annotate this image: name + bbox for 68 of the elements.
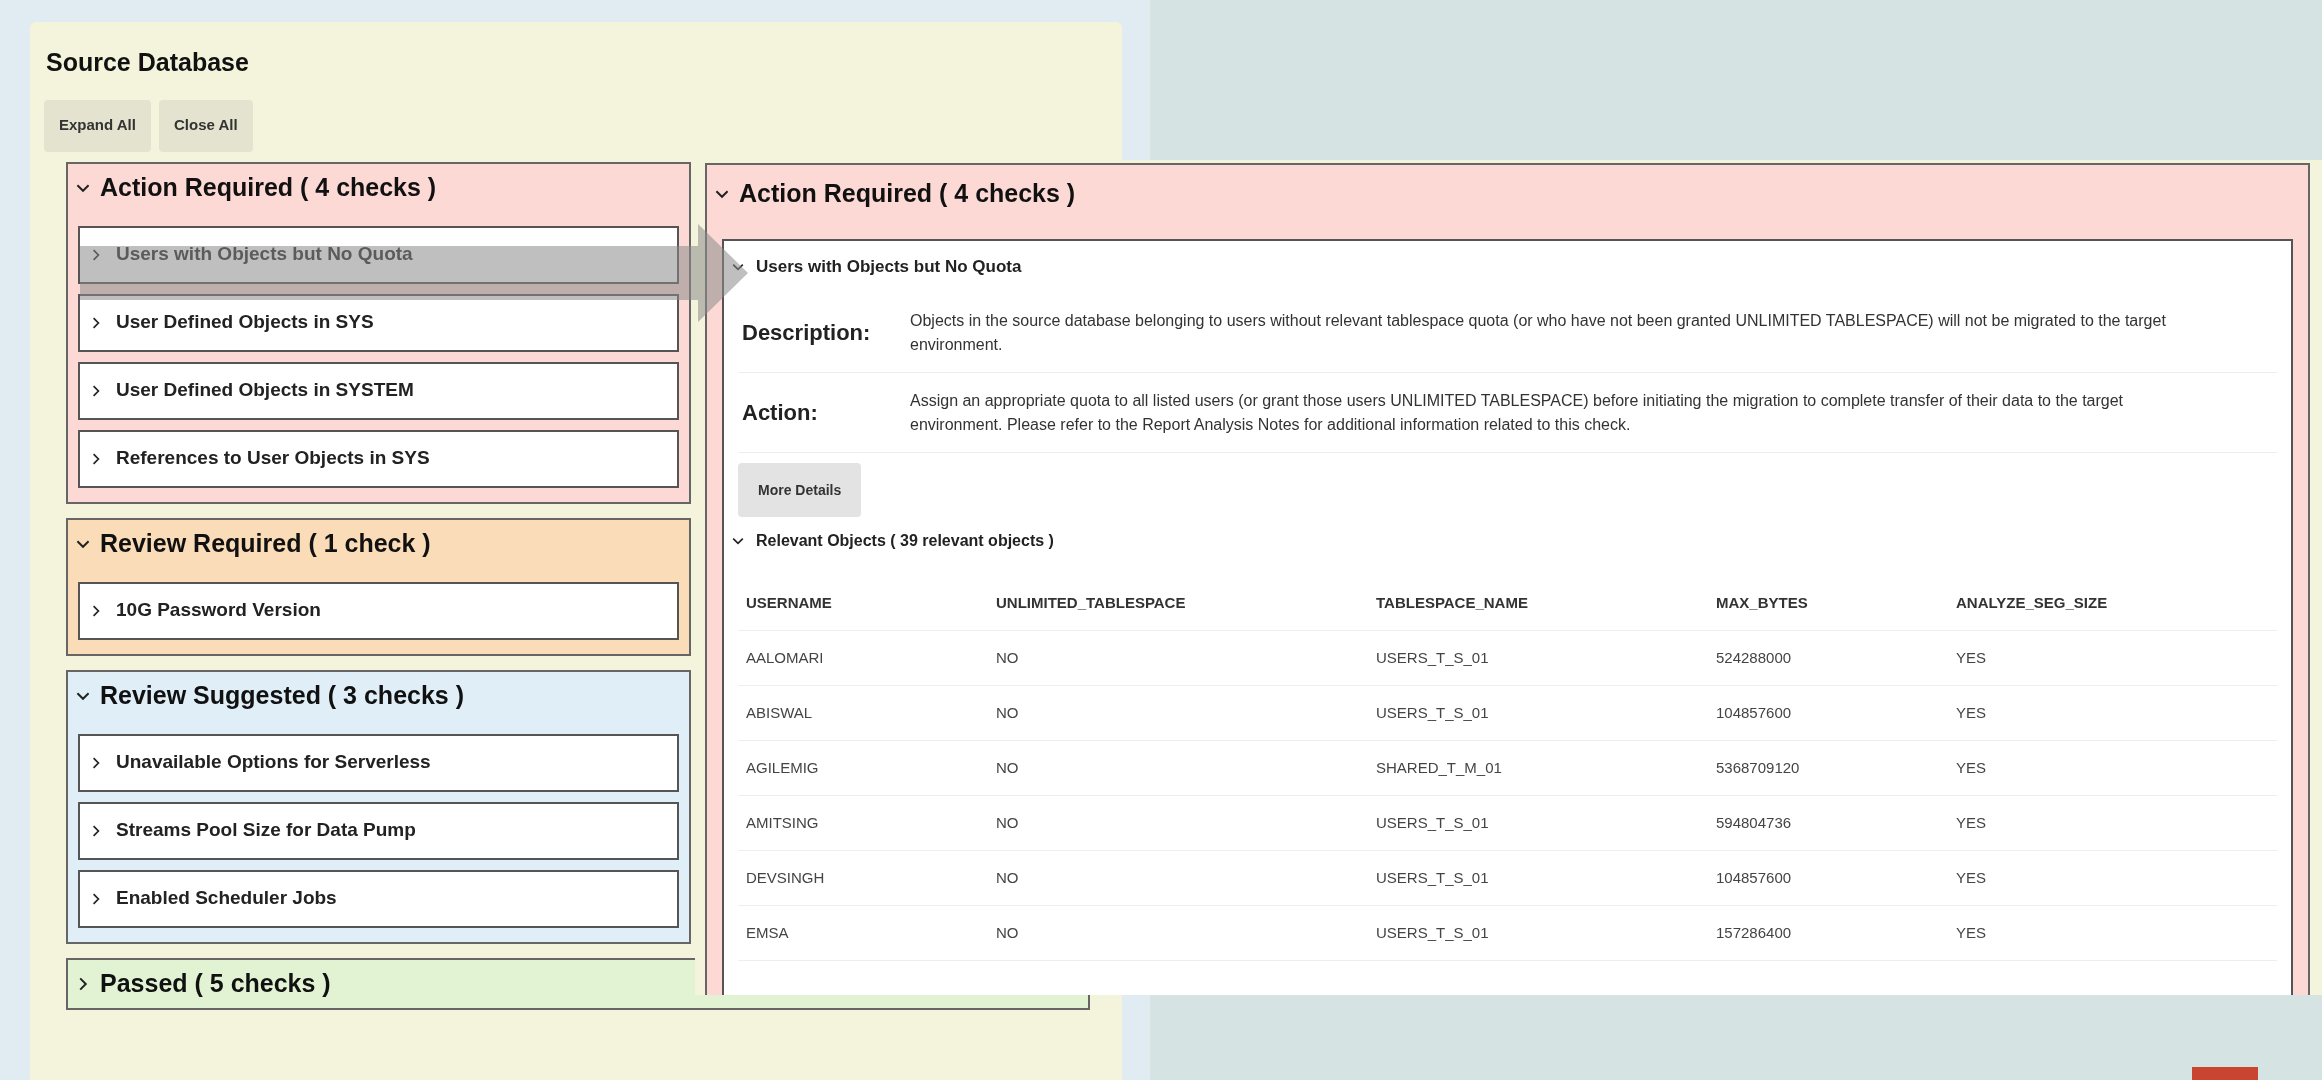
section-header[interactable]: Review Suggested ( 3 checks )	[100, 676, 465, 715]
section-header[interactable]: Action Required ( 4 checks )	[739, 175, 1076, 213]
chevron-right-icon[interactable]	[90, 756, 102, 769]
check-row[interactable]: Enabled Scheduler Jobs	[78, 869, 679, 928]
chevron-right-icon[interactable]	[90, 892, 102, 905]
objects-header[interactable]: Relevant Objects ( 39 relevant objects )	[756, 529, 1054, 553]
table-cell: AALOMARI	[738, 631, 988, 686]
check-row[interactable]: User Defined Objects in SYSTEM	[78, 361, 679, 420]
column-header: UNLIMITED_TABLESPACE	[988, 577, 1368, 631]
table-cell: 5368709120	[1708, 741, 1948, 796]
field-label: Description:	[741, 319, 872, 347]
table-cell: AGILEMIG	[738, 741, 988, 796]
slide-marker	[2192, 1067, 2258, 1080]
table-cell: USERS_T_S_01	[1368, 686, 1708, 741]
check-row[interactable]: Streams Pool Size for Data Pump	[78, 801, 679, 860]
table-cell: 524288000	[1708, 631, 1948, 686]
section-header[interactable]: Review Required ( 1 check )	[100, 524, 431, 563]
more-details-button[interactable]: More Details	[738, 463, 862, 517]
chevron-right-icon[interactable]	[90, 384, 102, 397]
toolbar-button[interactable]: Expand All	[44, 99, 151, 152]
chevron-right-icon[interactable]	[90, 604, 102, 617]
table-cell: NO	[988, 631, 1368, 686]
table-cell: YES	[1948, 906, 2277, 961]
field-label: Action:	[741, 399, 819, 427]
check-row[interactable]: Unavailable Options for Serverless	[78, 733, 679, 792]
section-header[interactable]: Action Required ( 4 checks )	[100, 168, 437, 207]
section-header[interactable]: Passed ( 5 checks )	[100, 964, 331, 1003]
check-title[interactable]: Users with Objects but No Quota	[756, 254, 1022, 280]
table-cell: 157286400	[1708, 906, 1948, 961]
toolbar-button[interactable]: Close All	[158, 99, 253, 152]
table-cell: NO	[988, 851, 1368, 906]
table-cell: USERS_T_S_01	[1368, 631, 1708, 686]
table-cell: AMITSING	[738, 796, 988, 851]
table-cell: NO	[988, 796, 1368, 851]
chevron-down-icon[interactable]	[732, 535, 744, 547]
table-cell: YES	[1948, 686, 2277, 741]
check-row[interactable]: Users with Objects but No Quota	[78, 225, 679, 284]
chevron-right-icon[interactable]	[90, 316, 102, 329]
check-row[interactable]: References to User Objects in SYS	[78, 429, 679, 488]
table-cell: 104857600	[1708, 686, 1948, 741]
table-cell: NO	[988, 686, 1368, 741]
table-cell: YES	[1948, 851, 2277, 906]
check-row[interactable]: User Defined Objects in SYS	[78, 293, 679, 352]
chevron-right-icon[interactable]	[90, 452, 102, 465]
field-text: Objects in the source database belonging to users without relevant tablespace quota (or who have not been granted UNLIMITED TABLESPACE) will not be migrated to the target environment.	[910, 310, 2167, 355]
table-cell: 104857600	[1708, 851, 1948, 906]
table-cell: USERS_T_S_01	[1368, 906, 1708, 961]
column-header: USERNAME	[738, 577, 988, 631]
column-header: MAX_BYTES	[1708, 577, 1948, 631]
check-row[interactable]: 10G Password Version	[78, 581, 679, 640]
field-text: Assign an appropriate quota to all listed users (or grant those users UNLIMITED TABLESPACE) before initiating the migration to complete transfer of their data to the target environment. Please refer to the Report Analysis Notes for additional information related to this check.	[910, 390, 2125, 435]
column-header: ANALYZE_SEG_SIZE	[1948, 577, 2277, 631]
table-cell: NO	[988, 741, 1368, 796]
table-cell: 594804736	[1708, 796, 1948, 851]
table-cell: YES	[1948, 796, 2277, 851]
panel-title: Source Database	[45, 47, 250, 78]
chevron-down-icon[interactable]	[732, 261, 744, 273]
table-cell: ABISWAL	[738, 686, 988, 741]
table-cell: NO	[988, 906, 1368, 961]
chevron-right-icon[interactable]	[90, 824, 102, 837]
table-cell: USERS_T_S_01	[1368, 851, 1708, 906]
column-header: TABLESPACE_NAME	[1368, 577, 1708, 631]
table-cell: USERS_T_S_01	[1368, 796, 1708, 851]
table-cell: SHARED_T_M_01	[1368, 741, 1708, 796]
table-cell: EMSA	[738, 906, 988, 961]
table-cell: DEVSINGH	[738, 851, 988, 906]
table-cell: YES	[1948, 631, 2277, 686]
table-cell: YES	[1948, 741, 2277, 796]
